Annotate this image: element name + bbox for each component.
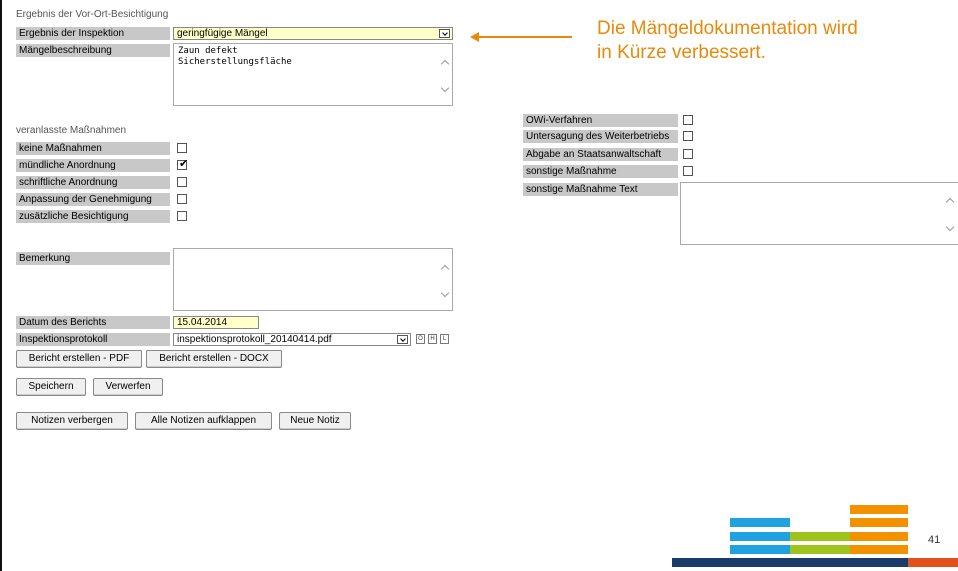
logo-bar — [850, 545, 908, 554]
scroll-up-icon[interactable] — [945, 196, 955, 204]
right-measure-label-owi: OWi-Verfahren — [523, 114, 678, 127]
inspection-result-label: Ergebnis der Inspektion — [16, 27, 170, 40]
slide-number: 41 — [928, 534, 941, 546]
logo-bar — [850, 505, 908, 514]
discard-button[interactable]: Verwerfen — [93, 378, 163, 396]
protocol-label: Inspektionsprotokoll — [16, 333, 170, 346]
right-measure-checkbox-prohibition[interactable] — [683, 131, 693, 141]
right-measure-label-prohibition: Untersagung des Weiterbetriebs — [523, 130, 678, 143]
measure-label-permit-adjustment: Anpassung der Genehmigung — [16, 193, 170, 206]
logo-bar — [908, 558, 958, 567]
inspection-result-select[interactable]: geringfügige Mängel — [173, 27, 453, 40]
chevron-down-icon[interactable] — [397, 335, 408, 344]
inspection-result-value: geringfügige Mängel — [177, 28, 268, 39]
open-file-icon[interactable]: Ö — [416, 334, 425, 344]
checkmark-icon: ✔ — [179, 158, 189, 170]
remark-textarea[interactable] — [173, 248, 453, 311]
new-note-button[interactable]: Neue Notiz — [279, 412, 351, 430]
callout-line-1: Die Mängeldokumentation wird — [597, 18, 858, 39]
create-report-docx-button[interactable]: Bericht erstellen - DOCX — [146, 350, 282, 368]
measure-label-written-order: schriftliche Anordnung — [16, 176, 170, 189]
defect-description-label: Mängelbeschreibung — [16, 44, 170, 57]
measure-checkbox-permit-adjustment[interactable] — [177, 194, 187, 204]
hide-notes-button[interactable]: Notizen verbergen — [16, 412, 128, 430]
measure-checkbox-written-order[interactable] — [177, 177, 187, 187]
scroll-down-icon[interactable] — [440, 85, 450, 93]
measure-label-none: keine Maßnahmen — [16, 142, 170, 155]
scroll-down-icon[interactable] — [945, 224, 955, 232]
delete-file-icon[interactable]: L — [440, 334, 449, 344]
measure-label-oral-order: mündliche Anordnung — [16, 159, 170, 172]
report-date-input[interactable]: 15.04.2014 — [173, 316, 259, 329]
measure-checkbox-none[interactable] — [177, 143, 187, 153]
logo-bar — [730, 518, 790, 527]
expand-all-notes-button[interactable]: Alle Notizen aufklappen — [135, 412, 272, 430]
logo-bar — [790, 532, 850, 541]
defect-description-textarea[interactable]: Zaun defekt Sicherstellungsfläche — [173, 43, 453, 106]
slide-left-border — [0, 0, 2, 571]
callout-line-2: in Kürze verbessert. — [597, 42, 766, 63]
logo-bar — [850, 518, 908, 527]
scroll-up-icon[interactable] — [440, 263, 450, 271]
logo-bar — [730, 532, 790, 541]
right-measure-checkbox-owi[interactable] — [683, 115, 693, 125]
other-measure-textarea[interactable] — [680, 182, 958, 245]
report-date-label: Datum des Berichts — [16, 316, 170, 329]
scroll-up-icon[interactable] — [440, 58, 450, 66]
logo-bar — [850, 532, 908, 541]
save-button[interactable]: Speichern — [16, 378, 86, 396]
protocol-select[interactable]: inspektionsprotokoll_20140414.pdf — [173, 333, 411, 346]
right-measure-label-prosecution: Abgabe an Staatsanwaltschaft — [523, 148, 678, 161]
scroll-down-icon[interactable] — [440, 290, 450, 298]
logo-bar — [672, 558, 908, 567]
measure-label-additional-inspection: zusätzliche Besichtigung — [16, 210, 170, 223]
upload-file-icon[interactable]: H — [428, 334, 437, 344]
create-report-pdf-button[interactable]: Bericht erstellen - PDF — [16, 350, 142, 368]
right-measure-label-other: sonstige Maßnahme — [523, 165, 678, 178]
protocol-value: inspektionsprotokoll_20140414.pdf — [177, 334, 332, 345]
callout-arrow-icon — [470, 32, 572, 42]
logo-bar — [790, 545, 850, 554]
chevron-down-icon[interactable] — [439, 29, 450, 38]
right-measure-checkbox-other[interactable] — [683, 166, 693, 176]
measure-checkbox-additional-inspection[interactable] — [177, 211, 187, 221]
measure-checkbox-oral-order[interactable]: ✔ — [177, 158, 189, 170]
remark-label: Bemerkung — [16, 252, 170, 265]
measures-title: veranlasste Maßnahmen — [16, 125, 127, 136]
logo-bar — [730, 545, 790, 554]
section-title: Ergebnis der Vor-Ort-Besichtigung — [16, 9, 169, 20]
right-measure-checkbox-prosecution[interactable] — [683, 149, 693, 159]
other-measure-text-label: sonstige Maßnahme Text — [523, 183, 678, 196]
